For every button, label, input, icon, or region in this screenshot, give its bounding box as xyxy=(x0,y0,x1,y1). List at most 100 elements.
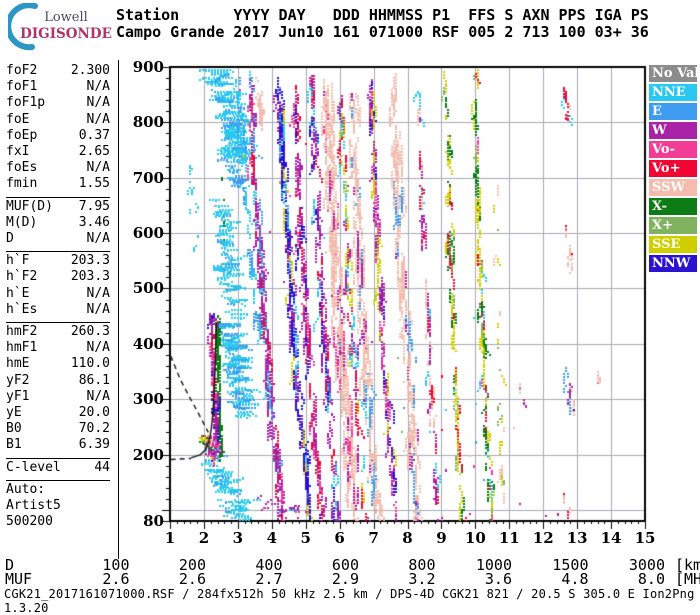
x-axis-tick-label: 3 xyxy=(232,529,244,547)
parameter-row: h`E N/A xyxy=(6,286,110,302)
dmuf-cell: 2.9 xyxy=(331,570,359,588)
echo-direction-legend: No Val NNE E W Vo- Vo+ SSW X- X+ SSE NNW xyxy=(649,65,697,274)
parameter-row: yF2 86.1 xyxy=(6,373,110,389)
y-axis-tick-label: 300 xyxy=(132,390,164,409)
dmuf-table: D100200400600800100015003000[km]MUF2.62.… xyxy=(5,558,700,588)
parameter-label: hmF1 xyxy=(6,340,38,356)
parameter-value: 44 xyxy=(94,459,110,475)
scaled-parameters-panel: foF2 2.300 foF1 N/A foF1p N/A foE N/A foEp 0.37 fx… xyxy=(6,62,110,534)
parameter-label: hmE xyxy=(6,356,30,372)
parameter-row: yF1 N/A xyxy=(6,389,110,405)
parameter-value: 6.39 xyxy=(78,437,110,453)
y-axis-tick-label: 900 xyxy=(132,58,164,76)
parameter-value: 260.3 xyxy=(70,324,110,340)
parameter-label: foEs xyxy=(6,160,38,176)
parameter-row: fmin 1.55 xyxy=(6,176,110,192)
dmuf-cell: 4.8 xyxy=(561,570,589,588)
panel-divider-line xyxy=(118,60,119,559)
ionogram-plot-canvas xyxy=(135,55,660,535)
parameter-row: h`F 203.3 xyxy=(6,253,110,269)
parameter-label: yE xyxy=(6,405,22,421)
x-axis-tick-label: 4 xyxy=(266,529,277,547)
parameter-row: hmE 110.0 xyxy=(6,356,110,372)
parameter-value: 0.37 xyxy=(78,127,110,143)
parameter-value: 7.95 xyxy=(78,198,110,214)
legend-item-vo+: Vo+ xyxy=(649,160,697,177)
logo-digisonde-text: DIGISONDE xyxy=(20,26,112,42)
autoscaling-info-line: Auto: xyxy=(6,481,46,497)
parameter-row: foE N/A xyxy=(6,112,110,128)
legend-item-noval: No Val xyxy=(649,65,697,82)
parameter-label: h`Es xyxy=(6,301,38,317)
parameter-row: h`F2 203.3 xyxy=(6,269,110,285)
y-axis-tick-label: 80 xyxy=(143,512,164,530)
parameter-row: foF2 2.300 xyxy=(6,63,110,79)
parameter-label: h`F2 xyxy=(6,269,38,285)
x-axis-tick-label: 2 xyxy=(198,529,210,547)
parameter-label: yF2 xyxy=(6,372,30,388)
x-axis-tick-label: 6 xyxy=(334,529,345,547)
parameter-value: N/A xyxy=(86,111,110,127)
parameter-value: N/A xyxy=(86,231,110,247)
parameter-row: yE 20.0 xyxy=(6,405,110,421)
parameter-value: N/A xyxy=(86,79,110,95)
parameter-label: D xyxy=(6,231,14,247)
legend-item-e: E xyxy=(649,103,697,120)
x-axis-tick-label: 15 xyxy=(634,529,656,547)
parameter-group: h`F 203.3 h`F2 203.3 h`E N/A h`Es N/A xyxy=(6,252,110,324)
x-axis-tick-label: 1 xyxy=(164,529,176,547)
y-axis-tick-label: 600 xyxy=(132,224,164,243)
parameter-label: hmF2 xyxy=(6,324,38,340)
header-field-values: Campo Grande 2017 Jun10 161 071000 RSF 0… xyxy=(116,23,649,41)
parameter-row: M(D) 3.46 xyxy=(6,215,110,231)
x-axis-tick-label: 10 xyxy=(464,529,486,547)
parameter-label: foF2 xyxy=(6,63,38,78)
x-axis-tick-label: 12 xyxy=(532,529,554,547)
x-axis-tick-label: 11 xyxy=(498,529,520,547)
parameter-row: D N/A xyxy=(6,231,110,247)
parameter-value: 203.3 xyxy=(70,269,110,285)
parameter-value: N/A xyxy=(86,95,110,111)
legend-item-w: W xyxy=(649,122,697,139)
ionogram-page: { "logo": {"line1": "Lowell", "line2": "… xyxy=(0,0,700,615)
parameter-row: MUF(D) 7.95 xyxy=(6,199,110,215)
logo-lowell-text: Lowell xyxy=(44,10,88,25)
parameter-value: 203.3 xyxy=(70,253,110,269)
parameter-label: foF1p xyxy=(6,95,46,111)
legend-item-x-: X- xyxy=(649,198,697,215)
parameter-label: M(D) xyxy=(6,214,38,230)
header-block: Station YYYY DAY DDD HHMMSS P1 FFS S AXN… xyxy=(116,7,649,41)
autoscaling-info-line: Artist5 xyxy=(6,498,61,514)
parameter-value: 70.2 xyxy=(78,421,110,437)
parameter-value: 20.0 xyxy=(78,405,110,421)
y-axis-tick-label: 500 xyxy=(132,279,164,298)
legend-item-vo-: Vo- xyxy=(649,141,697,158)
parameter-row: foEp 0.37 xyxy=(6,128,110,144)
parameter-group: MUF(D) 7.95 M(D) 3.46 D N/A xyxy=(6,198,110,253)
dmuf-cell: 2.6 xyxy=(178,570,206,588)
parameter-label: yF1 xyxy=(6,388,30,404)
parameter-value: 2.65 xyxy=(78,144,110,160)
parameter-row: C-level 44 xyxy=(6,460,110,476)
parameter-row: foF1 N/A xyxy=(6,79,110,95)
legend-item-nnw: NNW xyxy=(649,255,697,272)
legend-item-nne: NNE xyxy=(649,84,697,101)
parameter-value: 1.55 xyxy=(78,176,110,192)
legend-item-x+: X+ xyxy=(649,217,697,234)
parameter-value: 86.1 xyxy=(78,372,110,388)
parameter-group: hmF2 260.3 hmF1 N/A hmE 110.0 yF2 86.1 yF1 N/A yE 2… xyxy=(6,323,110,459)
parameter-value: 3.46 xyxy=(78,214,110,230)
x-axis-tick-label: 14 xyxy=(600,529,622,547)
parameter-row: hmF2 260.3 xyxy=(6,324,110,340)
parameter-label: foEp xyxy=(6,127,38,143)
parameter-label: B0 xyxy=(6,421,22,437)
parameter-row: B1 6.39 xyxy=(6,437,110,453)
x-axis-tick-label: 7 xyxy=(368,529,379,547)
y-axis-tick-label: 200 xyxy=(132,445,164,464)
dmuf-cell: 3.6 xyxy=(484,570,512,588)
parameter-value: 110.0 xyxy=(70,356,110,372)
dmuf-cell: 2.7 xyxy=(255,570,283,588)
autoscaling-info-line: 500200 xyxy=(6,514,53,530)
parameter-label: foE xyxy=(6,111,30,127)
parameter-value: N/A xyxy=(86,301,110,317)
